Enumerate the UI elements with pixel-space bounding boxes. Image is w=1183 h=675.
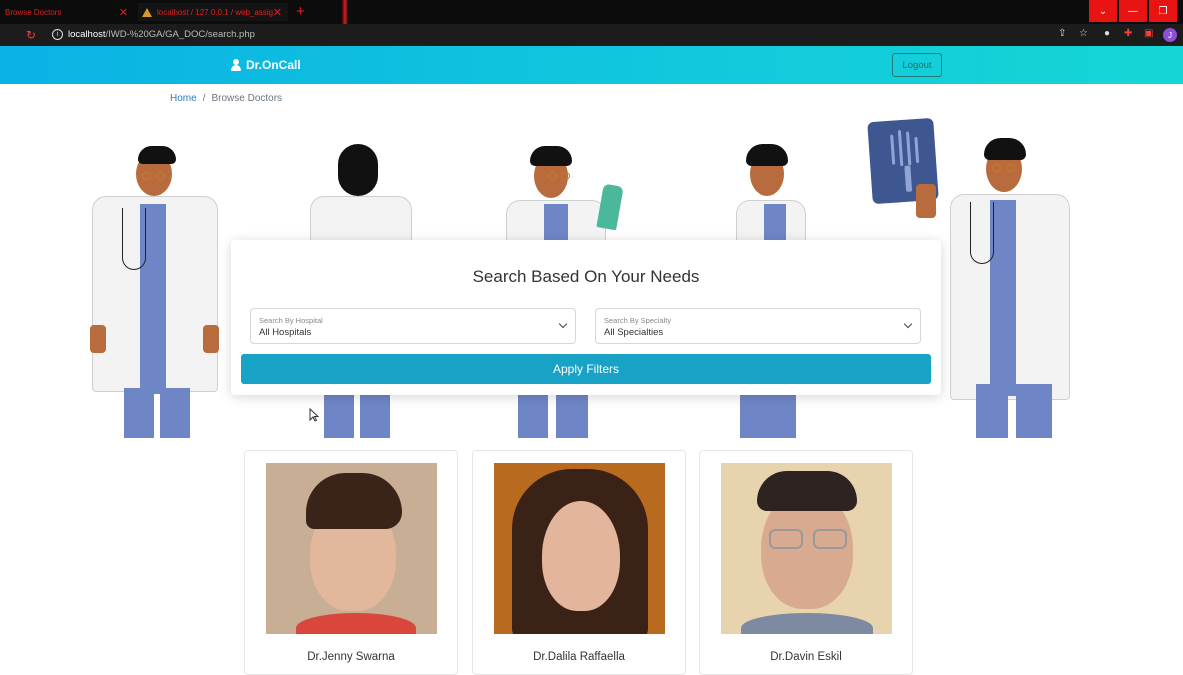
breadcrumb: Home / Browse Doctors [170, 93, 282, 104]
chevron-down-icon [558, 319, 568, 329]
specialty-select-value: All Specialties [604, 327, 664, 338]
breadcrumb-current: Browse Doctors [211, 93, 283, 104]
puzzle-extension-icon[interactable]: ✚ [1124, 28, 1132, 39]
tab-search-icon[interactable]: ⌄ [1089, 0, 1117, 22]
apply-filters-button[interactable]: Apply Filters [241, 354, 931, 384]
share-icon[interactable]: ⇪ [1058, 28, 1066, 39]
profile-avatar[interactable]: J [1163, 28, 1177, 42]
doctor-photo [494, 463, 665, 634]
address-bar: ↻ i localhost/IWD-%20GA/GA_DOC/search.ph… [0, 24, 1183, 46]
search-filter-card: Search Based On Your Needs Search By Hos… [231, 240, 941, 395]
hospital-select[interactable]: Search By Hospital All Hospitals [250, 308, 576, 344]
phpmyadmin-icon [142, 7, 152, 17]
browser-tab-phpmyadmin[interactable]: localhost / 127.0.0.1 / web_assig ✕ [138, 3, 288, 21]
reload-icon[interactable]: ↻ [26, 28, 36, 42]
wallpaper-accent [342, 0, 348, 24]
doctor-photo [721, 463, 892, 634]
breadcrumb-home-link[interactable]: Home [170, 93, 197, 104]
doctor-name[interactable]: Dr.Jenny Swarna [245, 651, 457, 663]
doctor-name[interactable]: Dr.Davin Eskil [700, 651, 912, 663]
specialty-select-label: Search By Specialty [604, 316, 672, 325]
doctor-photo [266, 463, 437, 634]
brand-logo[interactable]: Dr.OnCall [230, 58, 301, 72]
doctor-card[interactable]: Dr.Jenny Swarna [244, 450, 458, 675]
brand-name: Dr.OnCall [246, 58, 301, 72]
browser-tab-browse-doctors[interactable]: Browse Doctors ✕ [0, 3, 134, 21]
close-tab-icon[interactable]: ✕ [119, 6, 128, 19]
browser-tab-bar: Browse Doctors ✕ localhost / 127.0.0.1 /… [0, 0, 1183, 24]
logout-button[interactable]: Logout [892, 53, 942, 77]
doctor-card[interactable]: Dr.Dalila Raffaella [472, 450, 686, 675]
new-tab-icon[interactable]: + [296, 3, 305, 20]
hospital-select-label: Search By Hospital [259, 316, 323, 325]
site-info-icon[interactable]: i [52, 29, 63, 40]
tab-title: localhost / 127.0.0.1 / web_assig [157, 7, 274, 17]
tab-title: Browse Doctors [5, 7, 62, 17]
restore-icon[interactable]: ❐ [1149, 0, 1177, 22]
doctor-name[interactable]: Dr.Dalila Raffaella [473, 651, 685, 663]
bookmark-star-icon[interactable]: ☆ [1079, 28, 1088, 39]
close-tab-icon[interactable]: ✕ [273, 6, 282, 19]
url-input[interactable]: localhost/IWD-%20GA/GA_DOC/search.php [68, 29, 255, 40]
doctor-card[interactable]: Dr.Davin Eskil [699, 450, 913, 675]
breadcrumb-separator: / [202, 93, 206, 104]
sidebar-icon[interactable]: ▣ [1144, 28, 1153, 39]
minimize-icon[interactable]: — [1119, 0, 1147, 22]
site-navbar: Dr.OnCall [0, 46, 1183, 84]
specialty-select[interactable]: Search By Specialty All Specialties [595, 308, 921, 344]
extension-icon[interactable]: ● [1104, 28, 1110, 39]
search-card-title: Search Based On Your Needs [472, 267, 700, 286]
chevron-down-icon [903, 319, 913, 329]
user-md-icon [230, 59, 241, 71]
hospital-select-value: All Hospitals [259, 327, 312, 338]
